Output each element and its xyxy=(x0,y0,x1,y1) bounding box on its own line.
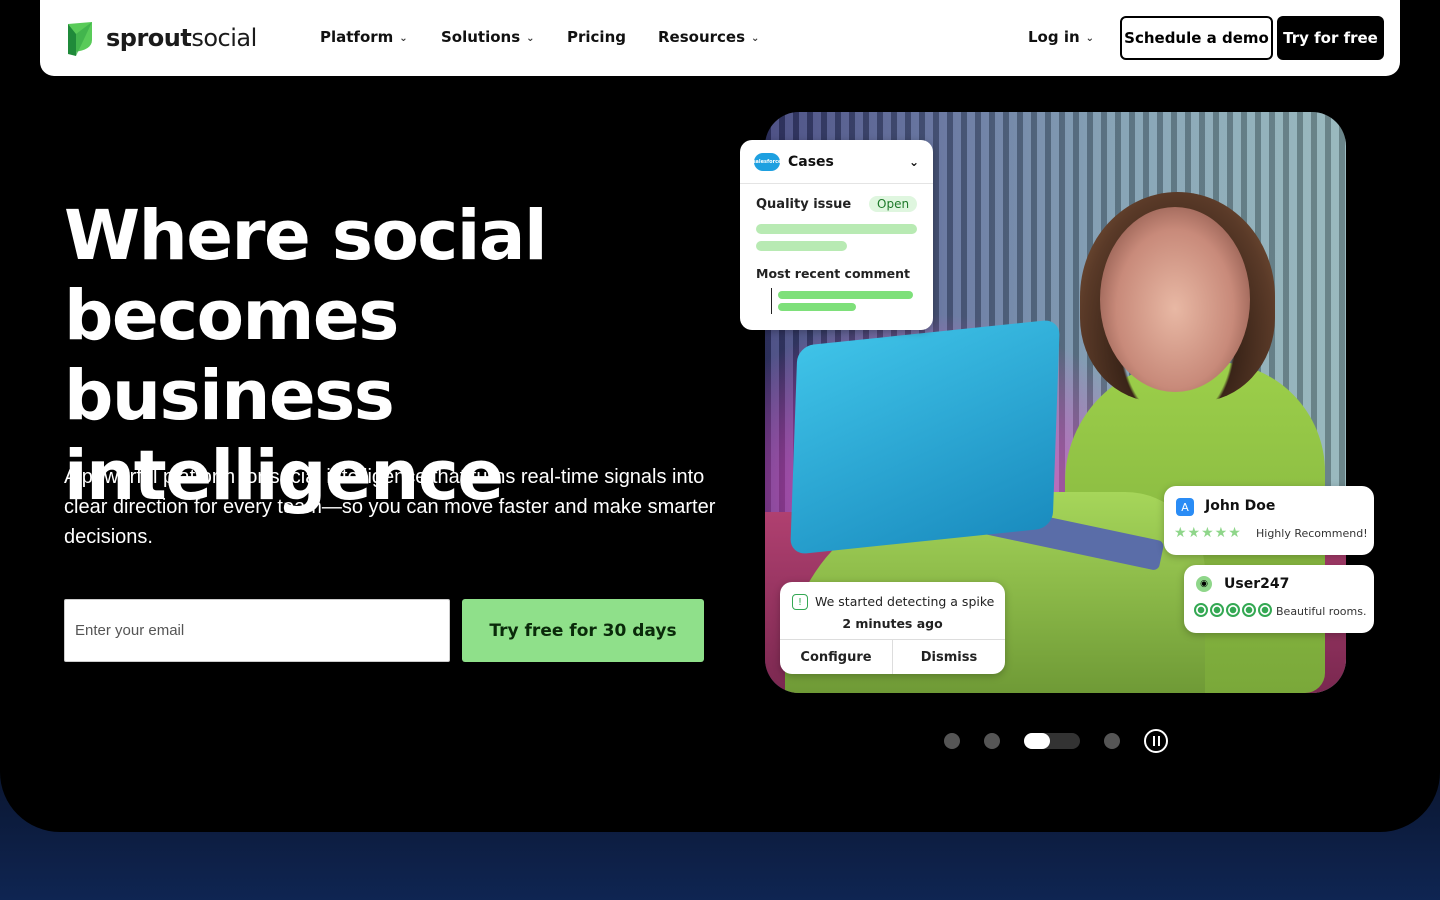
try-free-30-days-button[interactable]: Try free for 30 days xyxy=(462,599,704,662)
chevron-down-icon[interactable]: ⌄ xyxy=(909,155,919,169)
carousel-dot-1[interactable] xyxy=(944,733,960,749)
alert-message-icon: ! xyxy=(792,594,808,610)
chevron-down-icon: ⌄ xyxy=(1085,32,1095,44)
hero-subtext: A powerful platform for social intellige… xyxy=(64,466,716,548)
rating-bubble-icon xyxy=(1258,603,1272,617)
app-review-card: A John Doe ★★★★★ Highly Recommend! xyxy=(1164,486,1374,555)
pause-icon[interactable] xyxy=(1144,729,1168,753)
alert-message: We started detecting a spike xyxy=(815,594,995,609)
reviewer-name: User247 xyxy=(1224,576,1290,592)
email-input[interactable] xyxy=(64,599,450,662)
rating-bubble-icon xyxy=(1210,603,1224,617)
review-text: Highly Recommend! xyxy=(1256,527,1368,540)
app-store-icon: A xyxy=(1176,498,1194,516)
comment-label: Most recent comment xyxy=(756,266,910,281)
issue-title: Quality issue xyxy=(756,197,852,212)
schedule-demo-button[interactable]: Schedule a demo xyxy=(1120,16,1273,60)
rating-bubble-icon xyxy=(1226,603,1240,617)
nav-solutions[interactable]: Solutions ⌄ xyxy=(441,28,535,46)
chevron-down-icon: ⌄ xyxy=(751,32,760,44)
reviewer-name: John Doe xyxy=(1205,498,1276,514)
dismiss-button[interactable]: Dismiss xyxy=(892,640,1005,674)
logo-text: sproutsocial xyxy=(106,24,257,52)
placeholder-bar xyxy=(756,224,917,234)
carousel-dot-4[interactable] xyxy=(1104,733,1120,749)
comment-bar xyxy=(778,303,856,311)
star-rating: ★★★★★ xyxy=(1174,525,1242,541)
review-text: Beautiful rooms. xyxy=(1276,605,1367,618)
text-cursor xyxy=(771,288,772,314)
chevron-down-icon: ⌄ xyxy=(399,32,408,44)
status-badge: Open xyxy=(869,196,918,212)
login-link[interactable]: Log in ⌄ xyxy=(1028,28,1094,46)
bubble-rating xyxy=(1194,603,1272,617)
comment-bar xyxy=(778,291,913,299)
nav-pricing[interactable]: Pricing xyxy=(567,28,626,46)
nav-resources[interactable]: Resources ⌄ xyxy=(658,28,759,46)
logo[interactable]: sproutsocial xyxy=(64,20,257,56)
placeholder-bar xyxy=(756,241,847,251)
tripadvisor-icon: ◉ xyxy=(1196,576,1212,592)
salesforce-icon: salesforce xyxy=(753,152,781,171)
travel-review-card: ◉ User247 Beautiful rooms. xyxy=(1184,565,1374,633)
carousel-dot-2[interactable] xyxy=(984,733,1000,749)
chevron-down-icon: ⌄ xyxy=(526,32,535,44)
cases-header[interactable]: salesforce Cases ⌄ xyxy=(740,140,933,184)
cases-title: Cases xyxy=(788,153,834,170)
carousel-dot-3-active[interactable] xyxy=(1024,733,1080,749)
spike-alert-card: ! We started detecting a spike 2 minutes… xyxy=(780,582,1005,674)
nav-platform[interactable]: Platform ⌄ xyxy=(320,28,408,46)
hero-section: sproutsocial Platform ⌄ Solutions ⌄ Pricin… xyxy=(0,0,1440,832)
rating-bubble-icon xyxy=(1194,603,1208,617)
cases-card: salesforce Cases ⌄ Quality issue Open Mo… xyxy=(740,140,933,330)
sprout-leaf-icon xyxy=(64,20,96,56)
rating-bubble-icon xyxy=(1242,603,1256,617)
alert-actions: Configure Dismiss xyxy=(780,639,1005,674)
try-for-free-button[interactable]: Try for free xyxy=(1277,16,1384,60)
configure-button[interactable]: Configure xyxy=(780,640,892,674)
alert-time: 2 minutes ago xyxy=(842,616,943,631)
top-nav: sproutsocial Platform ⌄ Solutions ⌄ Pricin… xyxy=(40,0,1400,76)
